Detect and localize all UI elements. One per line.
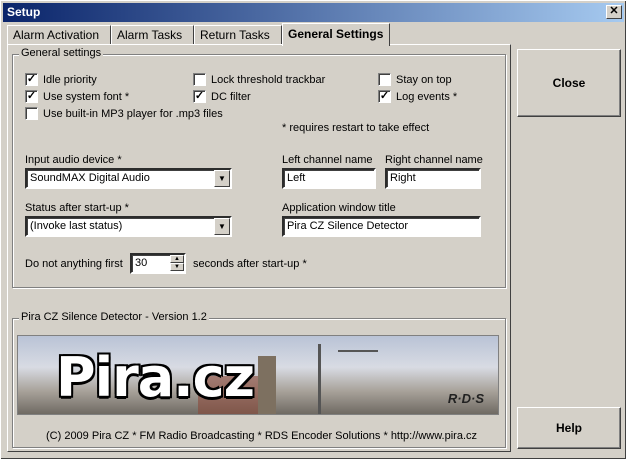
title-bar: Setup ✕ [3, 3, 624, 22]
tab-general-settings[interactable]: General Settings [282, 23, 390, 46]
app-title-input[interactable]: Pira CZ Silence Detector [282, 216, 481, 237]
delay-suffix-label: seconds after start-up * [193, 258, 307, 270]
input-device-value: SoundMAX Digital Audio [30, 172, 150, 184]
restart-note: * requires restart to take effect [282, 122, 430, 134]
log-events-check-icon: ✓ [378, 90, 391, 103]
idle-priority-check-icon: ✓ [25, 73, 38, 86]
rds-logo-icon: R·D·S [447, 391, 484, 406]
delay-spin-input[interactable]: 30 ▲ ▼ [130, 253, 186, 274]
setup-window: Setup ✕ Alarm Activation Alarm Tasks Ret… [0, 0, 627, 460]
status-startup-select[interactable]: (Invoke last status) ▼ [25, 216, 232, 237]
system-font-checkbox[interactable]: ✓ Use system font * [25, 90, 129, 103]
mp3-player-label: Use built-in MP3 player for .mp3 files [43, 107, 223, 120]
tab-alarm-tasks[interactable]: Alarm Tasks [111, 25, 194, 45]
dc-filter-check-icon: ✓ [193, 90, 206, 103]
mast-shape [338, 350, 378, 352]
mp3-player-checkbox[interactable]: Use built-in MP3 player for .mp3 files [25, 107, 223, 120]
mast-shape [258, 356, 276, 414]
left-channel-input[interactable]: Left [282, 168, 376, 189]
close-button[interactable]: Close [517, 49, 621, 117]
mast-shape [318, 344, 321, 414]
app-title-label: Application window title [282, 202, 396, 214]
delay-value: 30 [135, 257, 148, 269]
copyright-text: (C) 2009 Pira CZ * FM Radio Broadcasting… [46, 430, 478, 442]
help-button[interactable]: Help [517, 407, 621, 449]
dc-filter-label: DC filter [211, 90, 251, 103]
input-device-select[interactable]: SoundMAX Digital Audio ▼ [25, 168, 232, 189]
spin-down-icon[interactable]: ▼ [170, 263, 184, 271]
lock-threshold-box [193, 73, 206, 86]
pira-banner-image: Pira.cz R·D·S [17, 335, 499, 415]
right-channel-input[interactable]: Right [385, 168, 481, 189]
delay-prefix-label: Do not anything first [25, 258, 123, 270]
pira-logo: Pira.cz [56, 346, 255, 409]
status-startup-dropdown-icon[interactable]: ▼ [214, 218, 230, 235]
lock-threshold-label: Lock threshold trackbar [211, 73, 326, 86]
idle-priority-checkbox[interactable]: ✓ Idle priority [25, 73, 97, 86]
delay-spinner[interactable]: ▲ ▼ [170, 255, 184, 272]
window-close-icon[interactable]: ✕ [606, 5, 622, 19]
group-legend-general: General settings [19, 47, 104, 59]
stay-on-top-checkbox[interactable]: Stay on top [378, 73, 452, 86]
status-startup-label: Status after start-up * [25, 202, 129, 214]
log-events-label: Log events * [396, 90, 458, 103]
tab-alarm-activation[interactable]: Alarm Activation [7, 25, 111, 45]
stay-on-top-label: Stay on top [396, 73, 452, 86]
general-settings-panel: General settings ✓ Idle priority ✓ Use s… [7, 44, 511, 452]
log-events-checkbox[interactable]: ✓ Log events * [378, 90, 457, 103]
system-font-label: Use system font * [43, 90, 130, 103]
general-settings-group: General settings ✓ Idle priority ✓ Use s… [12, 47, 506, 288]
input-device-label: Input audio device * [25, 154, 122, 166]
group-legend-about: Pira CZ Silence Detector - Version 1.2 [19, 311, 209, 323]
lock-threshold-checkbox[interactable]: Lock threshold trackbar [193, 73, 325, 86]
idle-priority-label: Idle priority [43, 73, 97, 86]
dc-filter-checkbox[interactable]: ✓ DC filter [193, 90, 251, 103]
stay-on-top-box [378, 73, 391, 86]
right-channel-label: Right channel name [385, 154, 483, 166]
window-title: Setup [7, 5, 41, 19]
input-device-dropdown-icon[interactable]: ▼ [214, 170, 230, 187]
mp3-player-box [25, 107, 38, 120]
system-font-check-icon: ✓ [25, 90, 38, 103]
tab-return-tasks[interactable]: Return Tasks [194, 25, 282, 45]
left-channel-label: Left channel name [282, 154, 373, 166]
spin-up-icon[interactable]: ▲ [170, 255, 184, 263]
status-startup-value: (Invoke last status) [30, 220, 123, 232]
